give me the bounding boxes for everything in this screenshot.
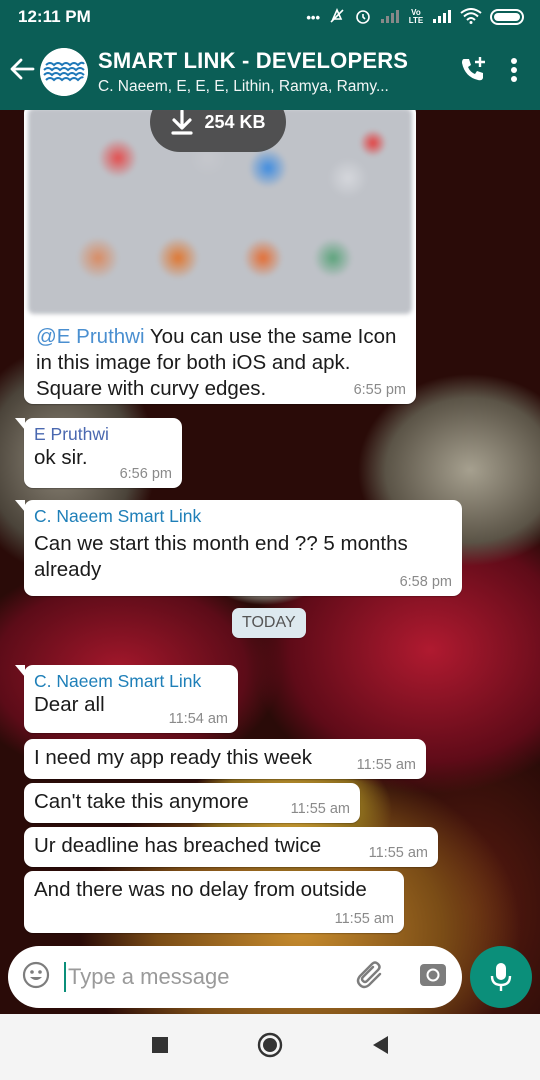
volte-icon: Vo LTE [408,8,424,25]
message-time: 11:55 am [368,845,428,861]
message-text: Dear all [34,693,105,716]
back-icon[interactable] [371,1035,389,1060]
message-text: And there was no delay from outside [34,878,367,901]
status-bar: 12:11 PM ••• Vo LTE [0,0,540,34]
message-time: 6:56 pm [119,466,172,482]
text-caret [64,962,66,992]
chat-messages[interactable]: 254 KB @E Pruthwi You can use the same I… [0,110,540,938]
emoji-icon[interactable] [22,961,50,994]
message-bubble[interactable]: Can't take this anymore 11:55 am [24,783,360,823]
mute-alarm-icon [328,7,346,28]
message-bubble[interactable]: I need my app ready this week 11:55 am [24,739,426,779]
back-arrow-icon[interactable] [4,55,40,89]
message-bubble[interactable]: E Pruthwi ok sir. 6:56 pm [15,418,182,488]
group-members[interactable]: C. Naeem, E, E, E, Lithin, Ramya, Ramy..… [98,78,440,96]
message-bubble[interactable]: C. Naeem Smart Link Can we start this mo… [15,500,462,596]
recents-icon[interactable] [151,1036,169,1059]
microphone-icon [490,963,512,991]
date-separator: TODAY [232,608,306,638]
mention[interactable]: @E Pruthwi [36,325,145,348]
message-bubble[interactable]: C. Naeem Smart Link Dear all 11:54 am [15,665,238,733]
message-text: Can't take this anymore [34,790,249,813]
more-options-icon[interactable] [510,57,518,88]
message-text: Can we start this month end ?? 5 months … [34,532,408,581]
message-text: Ur deadline has breached twice [34,834,322,857]
home-icon[interactable] [257,1032,283,1063]
wifi-icon [460,7,482,27]
camera-icon[interactable] [418,961,448,994]
message-time: 11:55 am [290,801,350,817]
message-time: 11:55 am [356,757,416,773]
voice-record-button[interactable] [470,946,532,1008]
status-time: 12:11 PM [18,7,91,26]
message-time: 6:58 pm [399,574,452,590]
alarm-icon [354,7,372,28]
message-composer[interactable]: Type a message [8,946,462,1008]
message-time: 11:55 am [334,911,394,927]
signal-weak-icon [380,9,400,26]
message-text: I need my app ready this week [34,746,313,769]
message-input-placeholder: Type a message [68,964,230,989]
message-sender[interactable]: E Pruthwi [34,424,172,445]
status-icons: ••• Vo LTE [306,7,524,28]
image-message[interactable]: 254 KB @E Pruthwi You can use the same I… [24,110,416,404]
group-title[interactable]: SMART LINK - DEVELOPERS [98,48,440,74]
add-call-icon[interactable] [458,55,488,90]
system-nav-bar [0,1014,540,1080]
download-button[interactable]: 254 KB [150,110,286,152]
message-bubble[interactable]: Ur deadline has breached twice 11:55 am [24,827,438,867]
message-sender[interactable]: C. Naeem Smart Link [34,506,452,527]
chat-header: SMART LINK - DEVELOPERS C. Naeem, E, E, … [0,34,540,110]
battery-icon [490,9,524,25]
file-size: 254 KB [204,111,266,132]
notification-dots-icon: ••• [306,9,320,25]
download-icon [171,110,194,135]
group-avatar[interactable] [40,48,88,96]
message-bubble[interactable]: And there was no delay from outside 11:5… [24,871,404,933]
signal-icon [432,9,452,26]
message-time: 11:54 am [168,711,228,727]
message-sender[interactable]: C. Naeem Smart Link [34,671,228,692]
message-input[interactable]: Type a message [64,962,356,992]
attach-icon[interactable] [356,960,386,995]
message-time: 6:55 pm [353,382,406,398]
message-text: ok sir. [34,446,88,469]
